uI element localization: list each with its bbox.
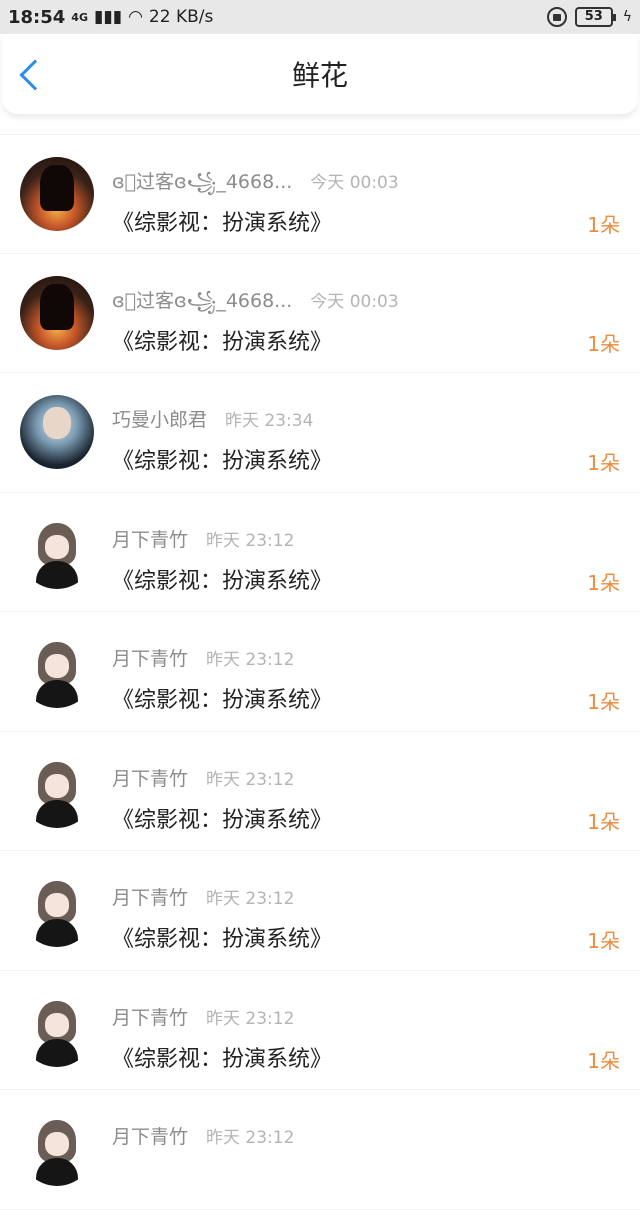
timestamp: 昨天 23:12 [206, 769, 295, 790]
book-title: 《综影视：扮演系统》 [112, 1046, 333, 1072]
list-item[interactable]: 巧曼小郎君 昨天 23:34 《综影视：扮演系统》 1朵 [0, 373, 640, 493]
timestamp: 昨天 23:12 [206, 1008, 295, 1029]
flower-list: ɞ⃟过客ɞ꧁_4668... 今天 00:03 《综影视：扮演系统》 1朵 ɞ⃟… [0, 114, 640, 1210]
list-item[interactable]: 月下青竹 昨天 23:12 《综影视：扮演系统》 1朵 [0, 732, 640, 851]
lock-icon [546, 7, 567, 27]
flower-count: 1朵 [587, 1048, 620, 1073]
timestamp: 昨天 23:12 [206, 530, 295, 551]
avatar[interactable] [20, 514, 94, 589]
avatar[interactable] [20, 992, 94, 1067]
book-title: 《综影视：扮演系统》 [112, 927, 333, 952]
status-bar: 18:54 4G ▮▮▮ ◠ 22 KB/s 53 ϟ [0, 0, 640, 34]
user-name[interactable]: ɞ⃟过客ɞ꧁_4668... [112, 286, 292, 325]
signal-icon: ▮▮▮ [93, 7, 123, 27]
list-item[interactable]: 月下青竹 昨天 23:12 《综影视：扮演系统》 1朵 [0, 493, 640, 612]
avatar[interactable] [20, 1112, 94, 1186]
book-title: 《综影视：扮演系统》 [112, 449, 333, 474]
battery-icon: 53 [574, 7, 616, 27]
user-name[interactable]: 月下青竹 [112, 883, 188, 910]
timestamp: 今天 00:03 [310, 173, 399, 193]
list-item[interactable]: ɞ⃟过客ɞ꧁_4668... 今天 00:03 《综影视：扮演系统》 1朵 [0, 134, 640, 254]
list-item[interactable]: 月下青竹 昨天 23:12 [0, 1090, 640, 1210]
flower-count: 1朵 [587, 331, 620, 356]
flower-count: 1朵 [587, 570, 620, 595]
book-title: 《综影视：扮演系统》 [112, 329, 333, 355]
avatar[interactable] [20, 753, 94, 828]
user-name[interactable]: 巧曼小郎君 [112, 405, 207, 432]
timestamp: 昨天 23:12 [206, 1128, 295, 1148]
network-speed: 22 KB/s [148, 7, 214, 27]
flower-count: 1朵 [587, 451, 620, 475]
user-name[interactable]: ɞ⃟过客ɞ꧁_4668... [112, 167, 292, 206]
avatar[interactable] [20, 634, 94, 708]
list-item[interactable]: 月下青竹 昨天 23:12 《综影视：扮演系统》 1朵 [0, 971, 640, 1090]
book-title: 《综影视：扮演系统》 [112, 688, 333, 713]
user-name[interactable]: 月下青竹 [112, 525, 188, 552]
flower-count: 1朵 [587, 213, 620, 237]
top-bar: 鲜花 [2, 34, 638, 114]
book-title: 《综影视：扮演系统》 [112, 568, 333, 594]
book-title: 《综影视：扮演系统》 [112, 211, 333, 236]
list-item[interactable]: 月下青竹 昨天 23:12 《综影视：扮演系统》 1朵 [0, 612, 640, 732]
back-chevron-icon[interactable] [19, 59, 51, 91]
flower-count: 1朵 [587, 809, 620, 834]
user-name[interactable]: 月下青竹 [112, 644, 188, 671]
list-item[interactable]: 月下青竹 昨天 23:12 《综影视：扮演系统》 1朵 [0, 851, 640, 971]
timestamp: 昨天 23:12 [206, 650, 295, 670]
flower-count: 1朵 [587, 690, 620, 714]
user-name[interactable]: 月下青竹 [112, 1122, 188, 1149]
timestamp: 今天 00:03 [310, 291, 399, 312]
list-item[interactable]: ɞ⃟过客ɞ꧁_4668... 今天 00:03 《综影视：扮演系统》 1朵 [0, 254, 640, 373]
page-title: 鲜花 [291, 59, 348, 92]
network-icon: 4G [71, 10, 88, 24]
avatar[interactable] [20, 873, 94, 947]
timestamp: 昨天 23:12 [206, 889, 295, 909]
user-name[interactable]: 月下青竹 [112, 1003, 188, 1030]
wifi-icon: ◠ [128, 7, 143, 27]
timestamp: 昨天 23:34 [225, 411, 314, 431]
user-name[interactable]: 月下青竹 [112, 764, 188, 791]
status-time: 18:54 [8, 6, 66, 28]
avatar[interactable] [20, 157, 94, 231]
avatar[interactable] [20, 275, 94, 350]
avatar[interactable] [20, 395, 94, 469]
charging-icon: ϟ [622, 9, 632, 25]
flower-count: 1朵 [587, 929, 620, 953]
book-title: 《综影视：扮演系统》 [112, 807, 333, 833]
